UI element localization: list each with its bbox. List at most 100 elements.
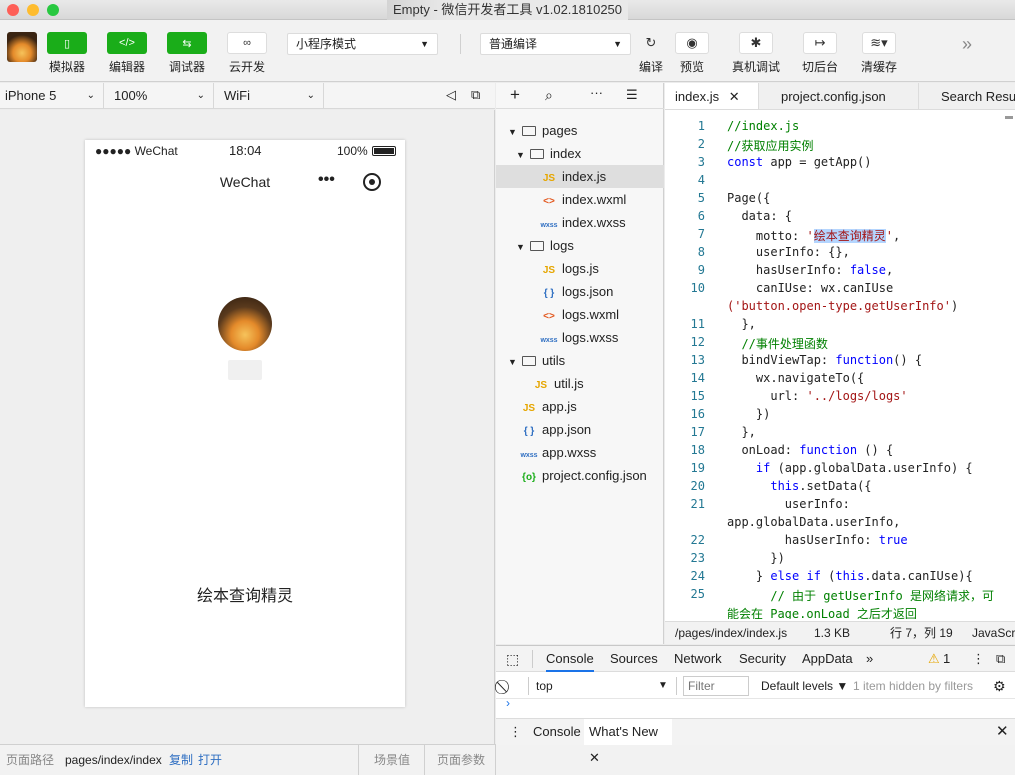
expand-triangle-icon[interactable]: ▼	[516, 236, 526, 259]
collapse-icon[interactable]: ☰	[626, 87, 638, 103]
tab-security[interactable]: Security	[739, 646, 786, 672]
simulator-toggle-button[interactable]: ▯ 模拟器	[47, 32, 87, 75]
tree-file[interactable]: { } logs.json	[496, 280, 664, 303]
code-line[interactable]: ('button.open-type.getUserInfo')	[727, 299, 958, 313]
code-line[interactable]: if (app.globalData.userInfo) {	[727, 461, 973, 475]
tree-file[interactable]: {o} project.config.json	[496, 464, 664, 487]
more-chevron-icon[interactable]: »	[962, 34, 972, 55]
tab-console[interactable]: Console	[546, 646, 594, 672]
drawer-menu-icon[interactable]: ⋮	[509, 719, 522, 745]
tree-folder[interactable]: ▼ index	[496, 142, 664, 165]
real-device-debug-button[interactable]: ✱ 真机调试	[732, 32, 780, 75]
motto-text[interactable]: 绘本查询精灵	[85, 582, 405, 606]
tree-folder[interactable]: ▼ logs	[496, 234, 664, 257]
tree-file[interactable]: JS index.js	[496, 165, 664, 188]
tree-file[interactable]: JS app.js	[496, 395, 664, 418]
code-line[interactable]: //获取应用实例	[727, 137, 813, 154]
capsule-close-icon[interactable]	[363, 173, 381, 191]
tree-file[interactable]: wxss app.wxss	[496, 441, 664, 464]
code-line[interactable]: canIUse: wx.canIUse	[727, 281, 893, 295]
code-line[interactable]: app.globalData.userInfo,	[727, 515, 900, 529]
context-select[interactable]: top ▼	[536, 673, 670, 699]
console-filter-input[interactable]	[683, 676, 749, 696]
tab-project-config[interactable]: project.config.json	[759, 83, 919, 109]
code-line[interactable]: this.setData({	[727, 479, 871, 493]
expand-triangle-icon[interactable]: ▼	[516, 144, 526, 167]
editor-toggle-button[interactable]: </> 编辑器	[107, 32, 147, 75]
code-line[interactable]: hasUserInfo: false,	[727, 263, 893, 277]
compile-mode-select[interactable]: 普通编译 ▼	[480, 33, 631, 55]
close-window-button[interactable]	[7, 4, 19, 16]
dock-icon[interactable]: ⧉	[996, 646, 1005, 672]
code-line[interactable]: //index.js	[727, 119, 799, 133]
code-line[interactable]: wx.navigateTo({	[727, 371, 864, 385]
code-line[interactable]: userInfo: {},	[727, 245, 850, 259]
detach-window-icon[interactable]: ⧉	[471, 87, 480, 103]
code-line[interactable]: },	[727, 425, 755, 439]
clear-cache-button[interactable]: ≋▾ 清缓存	[860, 32, 898, 75]
cloud-dev-button[interactable]: ∞ 云开发	[227, 32, 267, 75]
warning-icon[interactable]: ⚠	[928, 646, 940, 672]
tree-file[interactable]: <> index.wxml	[496, 188, 664, 211]
more-tabs-chevron-icon[interactable]: »	[866, 646, 873, 672]
code-area[interactable]: 1 //index.js 2 //获取应用实例 3 const app = getApp(…	[665, 111, 1015, 619]
close-icon[interactable]: ✕	[589, 750, 600, 765]
inspect-element-icon[interactable]: ⬚	[506, 646, 519, 672]
tab-sources[interactable]: Sources	[610, 646, 658, 672]
code-line[interactable]: } else if (this.data.canIUse){	[727, 569, 973, 583]
zoom-select[interactable]: 100% ⌄	[109, 83, 214, 108]
expand-triangle-icon[interactable]: ▼	[508, 121, 518, 144]
debugger-toggle-button[interactable]: ⇆ 调试器	[167, 32, 207, 75]
code-line[interactable]: data: {	[727, 209, 792, 223]
tree-file[interactable]: <> logs.wxml	[496, 303, 664, 326]
code-line[interactable]: },	[727, 317, 755, 331]
tree-folder[interactable]: ▼ utils	[496, 349, 664, 372]
gear-icon[interactable]: ⚙	[993, 673, 1006, 699]
code-line[interactable]: 能会在 Page.onLoad 之后才返回	[727, 605, 917, 619]
open-path-link[interactable]: 打开	[198, 745, 222, 775]
code-line[interactable]: url: '../logs/logs'	[727, 389, 907, 403]
close-icon[interactable]: ✕	[729, 89, 740, 104]
drawer-tab-whats-new[interactable]: What's New ✕	[584, 719, 672, 765]
compile-button[interactable]: ↻ 编译	[634, 32, 668, 75]
network-select[interactable]: WiFi ⌄	[219, 83, 324, 108]
cursor-position-text[interactable]: 行 7，列 19	[890, 622, 953, 644]
console-prompt-icon[interactable]: ›	[506, 696, 510, 710]
code-line[interactable]: })	[727, 407, 770, 421]
close-drawer-icon[interactable]: ✕	[996, 719, 1009, 745]
user-avatar[interactable]	[7, 32, 37, 62]
speaker-icon[interactable]: ◁	[446, 87, 456, 103]
more-icon[interactable]: ···	[590, 85, 603, 100]
tree-file[interactable]: JS logs.js	[496, 257, 664, 280]
code-line[interactable]: hasUserInfo: true	[727, 533, 908, 547]
minimize-window-button[interactable]	[27, 4, 39, 16]
mode-select[interactable]: 小程序模式 ▼	[287, 33, 438, 55]
phone-screen[interactable]: ●●●●● WeChat 18:04 100% WeChat ••• 绘本查询精…	[85, 140, 405, 707]
switch-background-button[interactable]: ↦ 切后台	[801, 32, 839, 75]
search-icon[interactable]: ⌕	[545, 87, 553, 104]
tree-file[interactable]: wxss logs.wxss	[496, 326, 664, 349]
tab-search-results[interactable]: Search Results	[919, 83, 1015, 109]
code-line[interactable]: onLoad: function () {	[727, 443, 893, 457]
code-line[interactable]: //事件处理函数	[727, 335, 827, 352]
page-params-button[interactable]: 页面参数	[437, 745, 485, 775]
add-file-icon[interactable]: +	[510, 85, 520, 105]
code-line[interactable]: Page({	[727, 191, 770, 205]
code-line[interactable]: bindViewTap: function() {	[727, 353, 922, 367]
tree-file[interactable]: { } app.json	[496, 418, 664, 441]
language-text[interactable]: JavaScript	[972, 622, 1015, 644]
warning-count[interactable]: 1	[943, 646, 950, 672]
tab-network[interactable]: Network	[674, 646, 722, 672]
levels-select[interactable]: Default levels ▼	[761, 673, 848, 699]
tab-appdata[interactable]: AppData	[802, 646, 853, 672]
code-line[interactable]: // 由于 getUserInfo 是网络请求，可	[727, 587, 994, 604]
copy-path-link[interactable]: 复制	[169, 745, 193, 775]
kebab-menu-icon[interactable]: ⋮	[972, 646, 985, 672]
tree-file[interactable]: JS util.js	[496, 372, 664, 395]
tree-folder[interactable]: ▼ pages	[496, 119, 664, 142]
code-line[interactable]: motto: '绘本查询精灵',	[727, 227, 900, 244]
code-line[interactable]: const app = getApp()	[727, 155, 872, 169]
more-dots-icon[interactable]: •••	[318, 171, 335, 189]
device-select[interactable]: iPhone 5 ⌄	[0, 83, 104, 108]
code-line[interactable]: userInfo:	[727, 497, 850, 511]
